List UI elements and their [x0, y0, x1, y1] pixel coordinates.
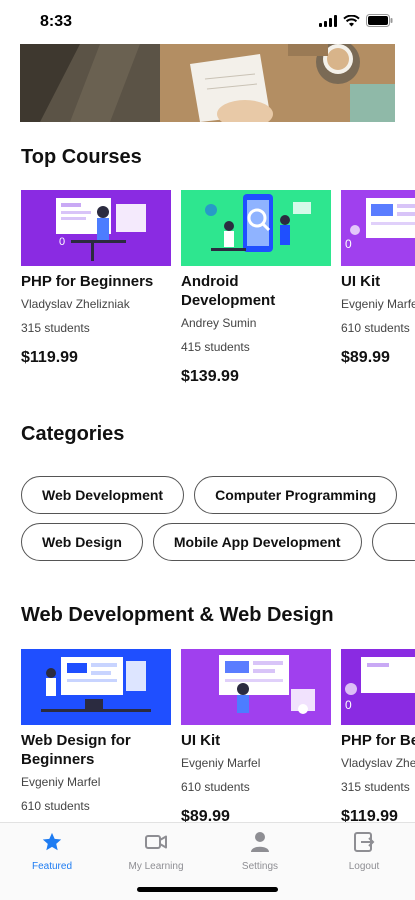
- course-title: UI Kit: [181, 732, 221, 749]
- tab-label: Featured: [31, 861, 73, 872]
- course-author: Vladyslav Zhelizniak: [21, 297, 130, 311]
- course-students: 610 students: [341, 321, 410, 335]
- course-card[interactable]: Android Development Andrey Sumin 415 stu…: [181, 190, 331, 386]
- course-author: Evgeniy Marfel: [21, 775, 101, 789]
- svg-text:0: 0: [345, 237, 352, 251]
- person-icon: [208, 831, 312, 853]
- course-thumbnail: 0: [21, 190, 171, 266]
- course-title: Android Development: [181, 273, 276, 309]
- video-camera-icon: [104, 831, 208, 853]
- star-icon: [0, 831, 104, 853]
- course-title: PHP for Beginners: [341, 732, 415, 749]
- course-students: 315 students: [21, 321, 90, 335]
- course-author: Evgeniy Marfel: [341, 297, 415, 311]
- course-thumbnail: [181, 190, 331, 266]
- course-card[interactable]: 0 PHP for Beginners Vladyslav Zhelizniak…: [21, 190, 171, 386]
- signal-icon: [319, 14, 337, 27]
- web-section-title: Web Development & Web Design: [21, 604, 334, 626]
- course-author: Vladyslav Zhelizniak: [341, 756, 415, 770]
- categories-title: Categories: [21, 423, 125, 445]
- course-author: Evgeniy Marfel: [181, 756, 261, 770]
- course-price: $139.99: [181, 368, 239, 385]
- hero-banner-image: [20, 44, 395, 122]
- course-title: Web Design for Beginners: [21, 732, 131, 768]
- course-card[interactable]: 0 UI Kit Evgeniy Marfel 610 students $89…: [341, 190, 415, 386]
- course-thumbnail: [21, 649, 171, 725]
- category-chips: Web Development Computer Programming Web…: [21, 476, 415, 570]
- tab-my-learning[interactable]: My Learning: [104, 831, 208, 872]
- status-icons: [319, 14, 393, 27]
- tab-logout[interactable]: Logout: [312, 831, 415, 872]
- course-students: 610 students: [21, 799, 90, 813]
- course-price: $89.99: [341, 349, 390, 366]
- tab-label: My Learning: [128, 861, 184, 872]
- tab-label: Settings: [241, 861, 279, 872]
- web-courses-list[interactable]: Web Design for Beginners Evgeniy Marfel …: [21, 649, 415, 827]
- course-title: UI Kit: [341, 273, 381, 290]
- course-students: 415 students: [181, 340, 250, 354]
- course-card[interactable]: Web Design for Beginners Evgeniy Marfel …: [21, 649, 171, 827]
- battery-icon: [366, 14, 393, 27]
- course-students: 610 students: [181, 780, 250, 794]
- tab-label: Logout: [348, 861, 380, 872]
- svg-text:0: 0: [345, 698, 352, 712]
- tab-settings[interactable]: Settings: [208, 831, 312, 872]
- course-author: Andrey Sumin: [181, 316, 257, 330]
- tab-featured[interactable]: Featured: [0, 831, 104, 872]
- course-thumbnail: 0: [341, 190, 415, 266]
- course-thumbnail: [181, 649, 331, 725]
- category-chip-computer-programming[interactable]: Computer Programming: [194, 476, 398, 514]
- course-students: 315 students: [341, 780, 410, 794]
- top-courses-list[interactable]: 0 PHP for Beginners Vladyslav Zhelizniak…: [21, 190, 415, 386]
- category-chip-partial[interactable]: [371, 523, 415, 561]
- chip-row: Web Design Mobile App Development: [21, 523, 415, 561]
- category-chip-web-development[interactable]: Web Development: [21, 476, 185, 514]
- course-title: PHP for Beginners: [21, 273, 154, 290]
- tab-bar: Featured My Learning Settings Logout: [0, 822, 415, 900]
- status-time: 8:33: [40, 13, 73, 30]
- logout-icon: [312, 831, 415, 853]
- course-price: $119.99: [21, 349, 78, 366]
- course-thumbnail: 0: [341, 649, 415, 725]
- home-indicator[interactable]: [137, 887, 278, 892]
- course-card[interactable]: UI Kit Evgeniy Marfel 610 students $89.9…: [181, 649, 331, 827]
- category-chip-web-design[interactable]: Web Design: [21, 523, 143, 561]
- wifi-icon: [343, 14, 360, 26]
- status-bar: 8:33: [0, 0, 415, 44]
- svg-text:0: 0: [59, 236, 65, 248]
- category-chip-mobile-app-development[interactable]: Mobile App Development: [152, 523, 362, 561]
- course-card[interactable]: 0 PHP for Beginners Vladyslav Zhelizniak…: [341, 649, 415, 827]
- chip-row: Web Development Computer Programming: [21, 476, 415, 514]
- top-courses-title: Top Courses: [21, 146, 142, 168]
